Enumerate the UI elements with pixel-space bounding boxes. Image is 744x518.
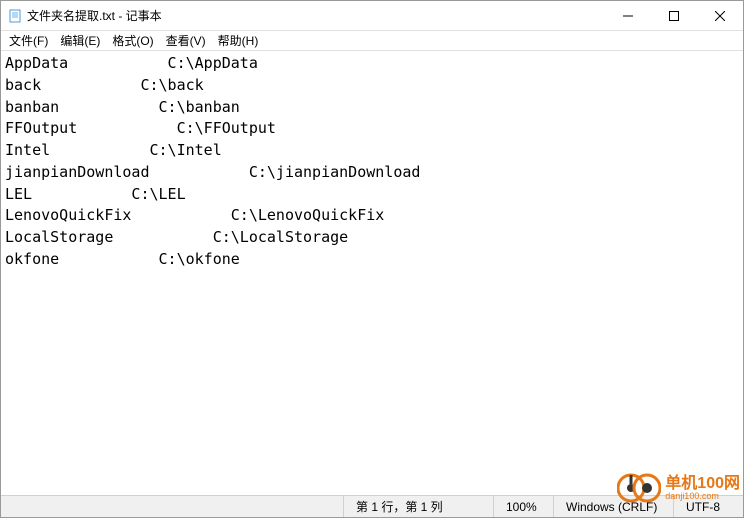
status-zoom: 100%: [493, 496, 553, 517]
status-position: 第 1 行，第 1 列: [343, 496, 493, 517]
status-encoding: UTF-8: [673, 496, 743, 517]
statusbar: 第 1 行，第 1 列 100% Windows (CRLF) UTF-8: [1, 495, 743, 517]
menu-edit[interactable]: 编辑(E): [54, 30, 106, 51]
close-button[interactable]: [697, 1, 743, 30]
minimize-button[interactable]: [605, 1, 651, 30]
menu-help[interactable]: 帮助(H): [212, 30, 265, 51]
text-area[interactable]: AppData C:\AppData back C:\back banban C…: [1, 51, 743, 495]
menu-file[interactable]: 文件(F): [3, 30, 54, 51]
titlebar: 文件夹名提取.txt - 记事本: [1, 1, 743, 31]
menubar: 文件(F) 编辑(E) 格式(O) 查看(V) 帮助(H): [1, 31, 743, 51]
status-eol: Windows (CRLF): [553, 496, 673, 517]
menu-view[interactable]: 查看(V): [160, 30, 212, 51]
window-title: 文件夹名提取.txt - 记事本: [27, 7, 605, 24]
notepad-window: 文件夹名提取.txt - 记事本 文件(F) 编辑(E) 格式(O) 查看(V)…: [0, 0, 744, 518]
window-controls: [605, 1, 743, 30]
notepad-icon: [7, 8, 23, 24]
menu-format[interactable]: 格式(O): [106, 30, 159, 51]
maximize-button[interactable]: [651, 1, 697, 30]
